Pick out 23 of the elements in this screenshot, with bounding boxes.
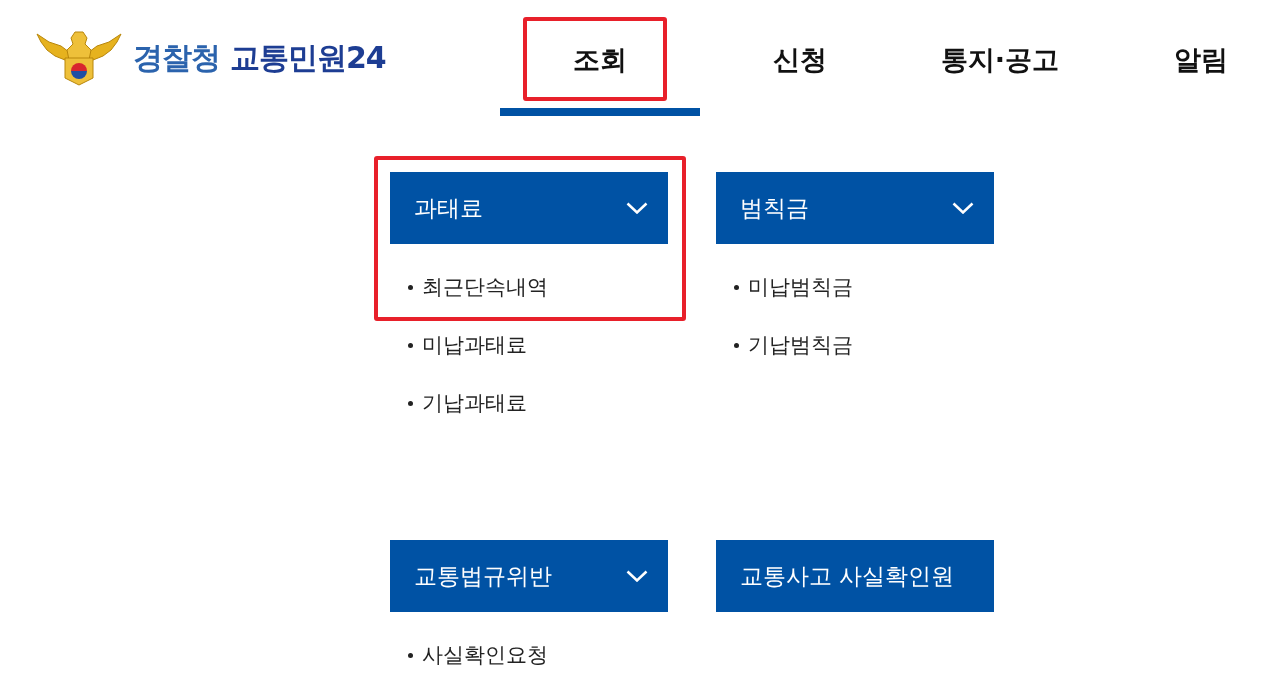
bullet-icon — [408, 284, 413, 290]
nav-tab[interactable]: 통지·공고 — [900, 0, 1100, 116]
category-button[interactable]: 교통법규위반 — [390, 540, 668, 612]
category-button[interactable]: 과태료 — [390, 172, 668, 244]
menu-link[interactable]: 사실확인요청 — [390, 626, 668, 684]
bullet-icon — [408, 342, 413, 348]
logo-org-text: 경찰청 — [133, 38, 220, 77]
logo-service-text: 교통민원24 — [230, 38, 386, 77]
nav-tab[interactable]: 알림 — [1100, 0, 1280, 116]
site-logo[interactable]: 경찰청 교통민원24 — [35, 30, 386, 86]
bullet-icon — [734, 342, 739, 348]
menu-link[interactable]: 기납범칙금 — [716, 316, 994, 374]
category-button[interactable]: 교통사고 사실확인원 — [716, 540, 994, 612]
menu-link[interactable]: 기납과태료 — [390, 374, 668, 432]
bullet-icon — [408, 400, 413, 406]
menu-link[interactable]: 미납과태료 — [390, 316, 668, 374]
menu-link[interactable]: 미납범칙금 — [716, 258, 994, 316]
category-button[interactable]: 범칙금 — [716, 172, 994, 244]
nav-tab[interactable]: 신청 — [700, 0, 900, 116]
bullet-icon — [408, 652, 413, 658]
menu-link[interactable]: 최근단속내역 — [390, 258, 668, 316]
nav-tab[interactable]: 조회 — [500, 0, 700, 116]
bullet-icon — [734, 284, 739, 290]
